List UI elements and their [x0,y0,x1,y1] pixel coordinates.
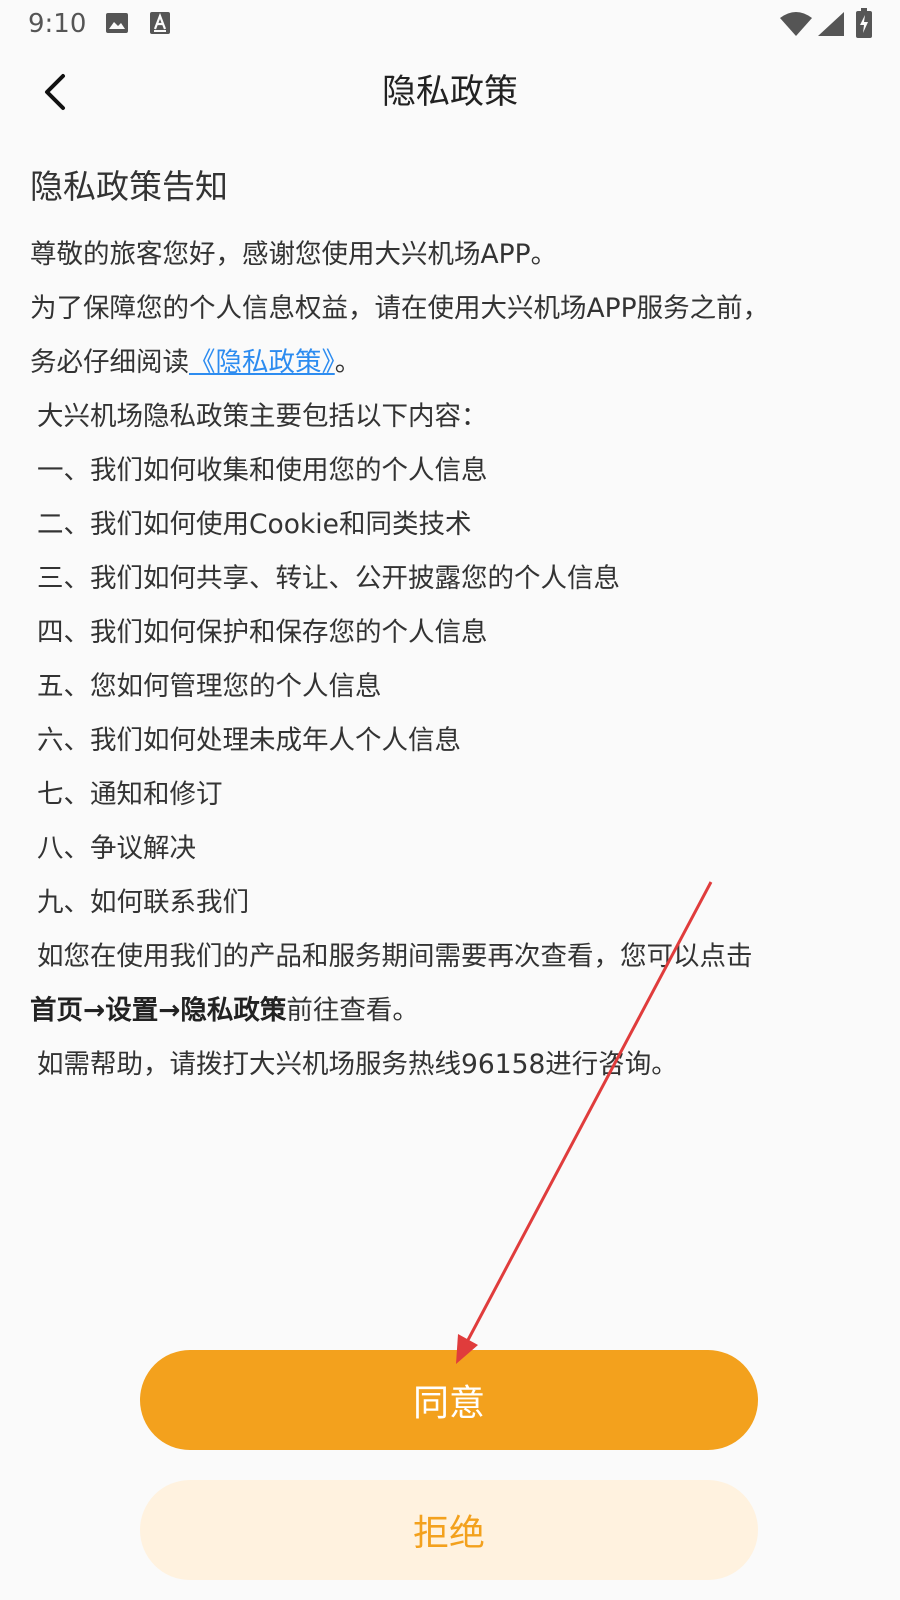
list-item: 九、如何联系我们 [37,887,249,918]
intro-text-line1: 为了保障您的个人信息权益，请在使用大兴机场APP服务之前， [30,293,770,324]
notice-title: 隐私政策告知 [30,167,228,206]
help-text: 如需帮助，请拨打大兴机场服务热线96158进行咨询。 [37,1049,678,1080]
intro-prefix: 务必仔细阅读 [30,347,189,378]
intro-suffix: 。 [334,347,362,378]
greeting-text: 尊敬的旅客您好，感谢您使用大兴机场APP。 [30,239,558,270]
list-item: 四、我们如何保护和保存您的个人信息 [37,617,488,648]
header-bar: 隐私政策 [0,48,900,136]
status-time: 9:10 [28,9,87,39]
privacy-policy-link[interactable]: 《隐私政策》 [189,347,335,378]
list-heading: 大兴机场隐私政策主要包括以下内容： [37,401,488,432]
review-text-line2: 首页→设置→隐私政策前往查看。 [30,984,880,1038]
settings-path: 首页→设置→隐私政策 [30,995,287,1026]
a-notification-icon [150,12,170,38]
list-item: 二、我们如何使用Cookie和同类技术 [37,509,472,540]
review-text-line1: 如您在使用我们的产品和服务期间需要再次查看，您可以点击 [37,941,753,972]
list-item: 六、我们如何处理未成年人个人信息 [37,725,461,756]
refuse-button[interactable]: 拒绝 [140,1480,758,1580]
list-item: 七、通知和修订 [37,779,223,810]
list-item: 三、我们如何共享、转让、公开披露您的个人信息 [37,563,620,594]
intro-text-line2: 务必仔细阅读《隐私政策》。 [30,336,880,390]
status-bar: 9:10 [0,0,900,48]
list-item: 五、您如何管理您的个人信息 [37,671,382,702]
image-icon [106,13,128,37]
review-suffix: 前往查看。 [286,995,419,1026]
page-title: 隐私政策 [382,72,518,112]
agree-button[interactable]: 同意 [140,1350,758,1450]
battery-charging-icon [856,8,872,42]
wifi-icon [780,12,812,40]
list-item: 一、我们如何收集和使用您的个人信息 [37,455,488,486]
signal-icon [818,12,844,40]
list-item: 八、争议解决 [37,833,196,864]
policy-content: 隐私政策告知 尊敬的旅客您好，感谢您使用大兴机场APP。 为了保障您的个人信息权… [30,160,880,1092]
